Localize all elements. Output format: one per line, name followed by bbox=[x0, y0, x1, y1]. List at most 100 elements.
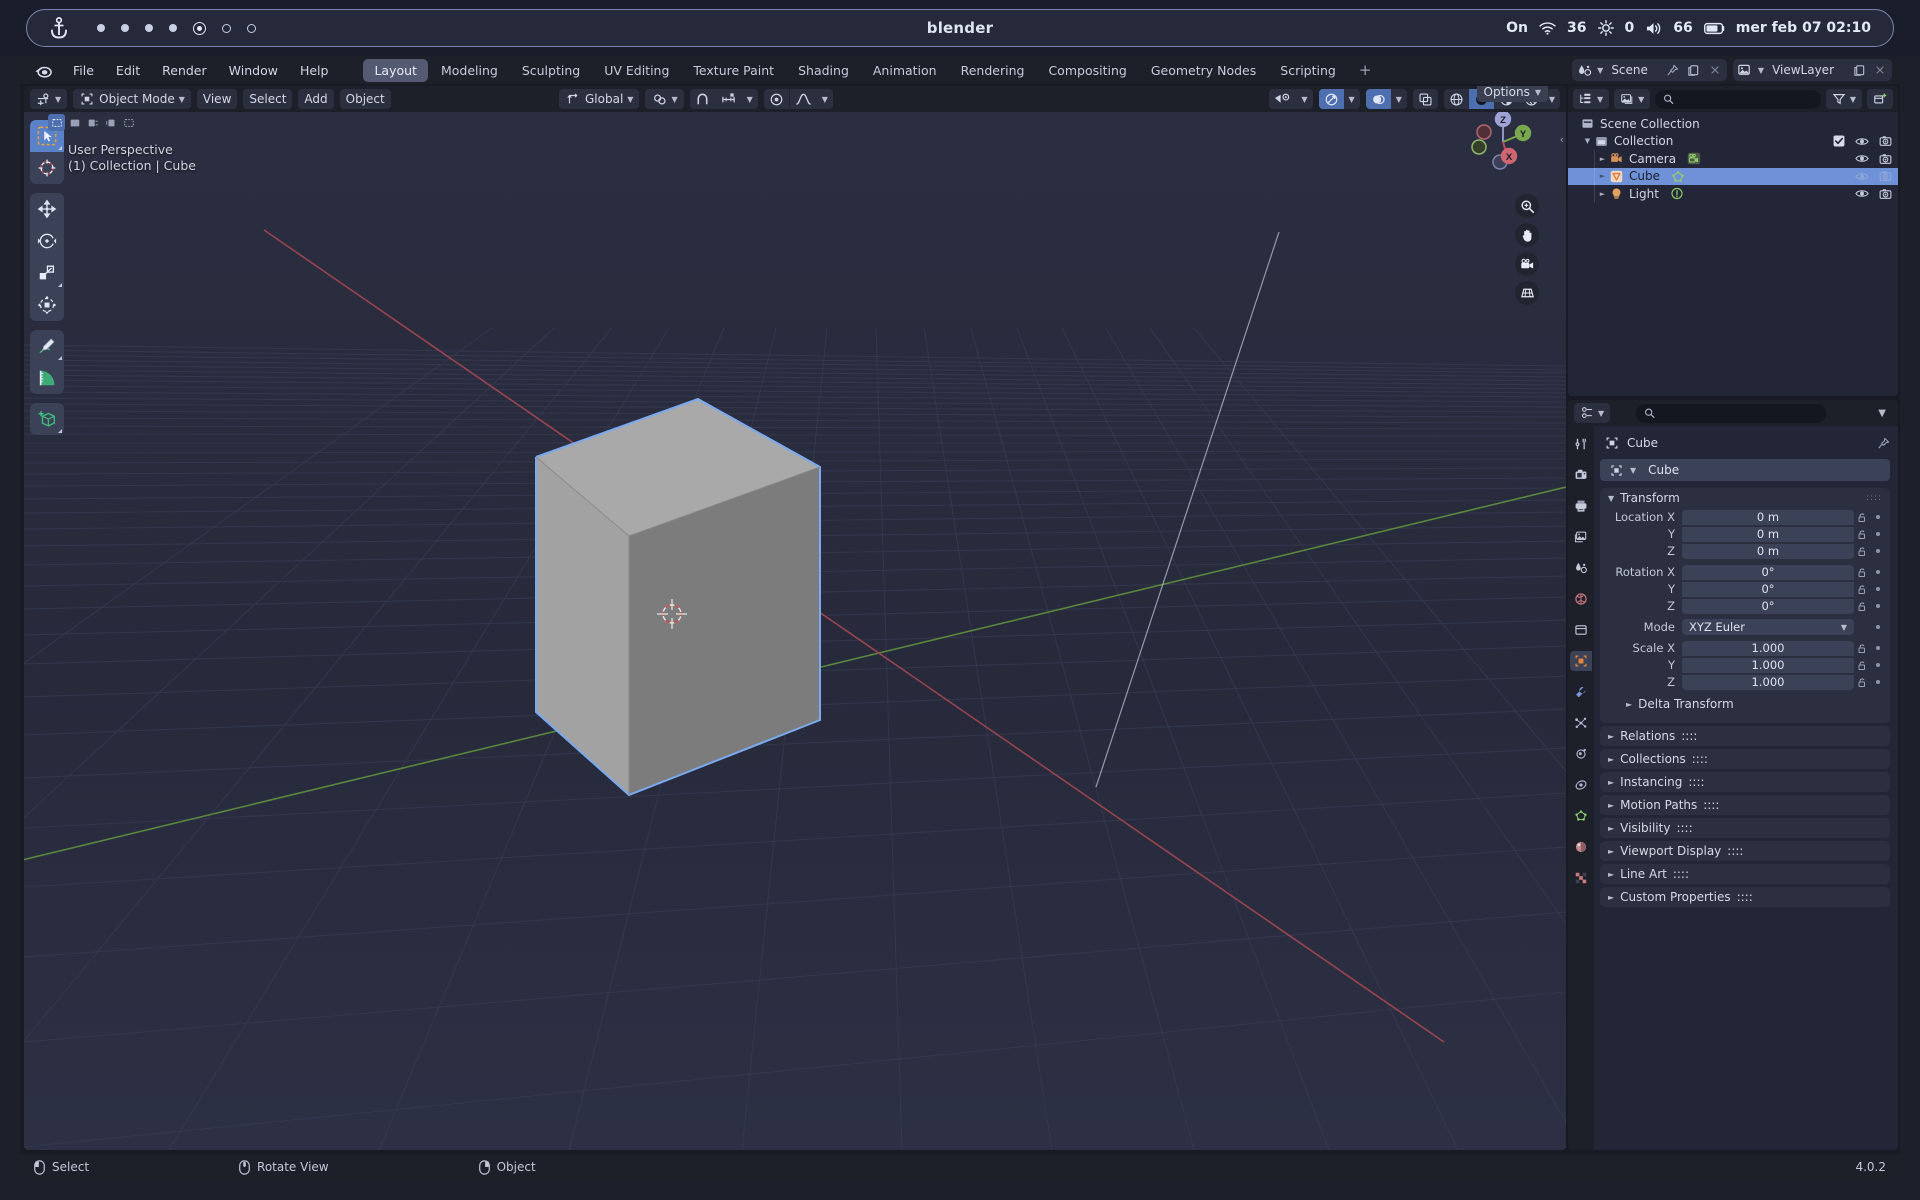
viewport-canvas[interactable] bbox=[24, 112, 1566, 1150]
3d-viewport[interactable]: ▼ Object Mode ▼ View Select Add Object G… bbox=[24, 86, 1566, 1150]
expand-triangle-icon[interactable]: ► bbox=[1597, 172, 1608, 180]
properties-tab-particles[interactable] bbox=[1570, 713, 1592, 733]
drag-grip-icon[interactable]: :::: bbox=[1676, 821, 1692, 835]
rotation-z-field[interactable]: 0° bbox=[1682, 598, 1854, 614]
gizmo-toggle-group[interactable]: ▼ bbox=[1318, 89, 1360, 109]
animate-property-icon[interactable] bbox=[1871, 680, 1884, 684]
animate-property-icon[interactable] bbox=[1871, 604, 1884, 608]
expand-triangle-icon[interactable]: ► bbox=[1597, 155, 1608, 163]
tab-geometry-nodes[interactable]: Geometry Nodes bbox=[1140, 59, 1267, 82]
pin-icon[interactable] bbox=[1665, 62, 1681, 78]
expand-triangle-icon[interactable]: ▼ bbox=[1582, 137, 1593, 145]
lock-icon[interactable] bbox=[1854, 567, 1871, 578]
outliner-search-input[interactable] bbox=[1679, 92, 1813, 106]
clock-datetime[interactable]: mer feb 07 02:10 bbox=[1736, 20, 1871, 36]
new-viewlayer-icon[interactable] bbox=[1851, 62, 1867, 78]
properties-editor-icon[interactable]: ▼ bbox=[1574, 403, 1611, 423]
location-y-row[interactable]: Y 0 m bbox=[1606, 526, 1884, 542]
scale-z-field[interactable]: 1.000 bbox=[1682, 674, 1854, 690]
select-mode-circle-icon[interactable] bbox=[84, 114, 101, 131]
workspace-dot-2[interactable] bbox=[121, 24, 129, 32]
panel-collections[interactable]: ► Collections :::: bbox=[1600, 749, 1890, 769]
chevron-down-icon[interactable]: ▼ bbox=[742, 89, 758, 109]
show-overlays-icon[interactable] bbox=[1365, 89, 1391, 109]
xray-toggle[interactable] bbox=[1412, 89, 1438, 109]
annotate-tool[interactable] bbox=[30, 330, 64, 362]
location-y-field[interactable]: 0 m bbox=[1682, 526, 1854, 542]
proportional-editing-icon[interactable] bbox=[764, 89, 789, 109]
light-data-icon[interactable] bbox=[1669, 186, 1685, 202]
menu-window[interactable]: Window bbox=[218, 59, 289, 82]
eye-icon[interactable] bbox=[1855, 153, 1869, 164]
camera-render-icon[interactable] bbox=[1879, 135, 1892, 147]
camera-render-icon[interactable] bbox=[1879, 170, 1892, 182]
outliner-display-mode-icon[interactable]: ▼ bbox=[1573, 89, 1610, 109]
measure-tool[interactable] bbox=[30, 362, 64, 394]
rotate-tool[interactable] bbox=[30, 225, 64, 257]
tool-expand-corner[interactable] bbox=[58, 283, 62, 287]
lock-icon[interactable] bbox=[1854, 660, 1871, 671]
tab-layout[interactable]: Layout bbox=[363, 58, 428, 82]
proportional-editing-group[interactable]: ▼ bbox=[763, 89, 833, 109]
animate-property-icon[interactable] bbox=[1871, 587, 1884, 591]
workspace-dot-active[interactable] bbox=[193, 21, 206, 35]
drag-grip-icon[interactable]: :::: bbox=[1737, 890, 1753, 904]
outliner-tree[interactable]: Scene Collection ▼ Collection ► Camera ►… bbox=[1568, 112, 1898, 203]
viewport-menu-object[interactable]: Object bbox=[339, 89, 391, 109]
outliner-search[interactable] bbox=[1655, 89, 1821, 109]
select-mode-all-icon[interactable] bbox=[120, 114, 137, 131]
add-cube-tool[interactable] bbox=[30, 403, 64, 435]
properties-tab-object-data[interactable] bbox=[1570, 806, 1592, 826]
properties-tab-view-layer[interactable] bbox=[1570, 527, 1592, 547]
magnet-icon[interactable] bbox=[690, 89, 715, 109]
workspace-dot-7[interactable] bbox=[247, 23, 256, 33]
rotation-x-field[interactable]: 0° bbox=[1682, 564, 1854, 580]
properties-tab-scene[interactable] bbox=[1570, 558, 1592, 578]
select-mode-lasso-icon[interactable] bbox=[102, 114, 119, 131]
animate-property-icon[interactable] bbox=[1871, 663, 1884, 667]
location-z-field[interactable]: 0 m bbox=[1682, 543, 1854, 559]
properties-tab-material[interactable] bbox=[1570, 837, 1592, 857]
panel-custom-properties[interactable]: ► Custom Properties :::: bbox=[1600, 887, 1890, 907]
object-visibility-icon[interactable] bbox=[1269, 89, 1296, 109]
sidebar-toggle-arrow[interactable]: ‹ bbox=[1560, 133, 1564, 146]
tab-uv-editing[interactable]: UV Editing bbox=[593, 59, 680, 82]
volume-icon[interactable] bbox=[1645, 21, 1662, 36]
snap-target-icon[interactable] bbox=[715, 89, 742, 109]
animate-property-icon[interactable] bbox=[1871, 570, 1884, 574]
lock-icon[interactable] bbox=[1854, 677, 1871, 688]
properties-body[interactable]: Cube ▼ Cube ▼ Transform:::: Location X … bbox=[1594, 426, 1898, 1150]
eye-icon[interactable] bbox=[1855, 188, 1869, 199]
properties-tab-constraints[interactable] bbox=[1570, 775, 1592, 795]
rotation-y-field[interactable]: 0° bbox=[1682, 581, 1854, 597]
drag-grip-icon[interactable]: :::: bbox=[1688, 775, 1704, 789]
interaction-mode-selector[interactable]: Object Mode ▼ bbox=[73, 89, 191, 109]
transform-panel-header[interactable]: ▼ Transform :::: bbox=[1600, 488, 1890, 508]
location-x-field[interactable]: 0 m bbox=[1682, 509, 1854, 525]
xray-icon[interactable] bbox=[1413, 89, 1438, 109]
visibility-selector[interactable]: ▼ bbox=[1269, 89, 1313, 109]
drag-grip-icon[interactable]: :::: bbox=[1692, 752, 1708, 766]
falloff-curve-icon[interactable] bbox=[788, 89, 817, 109]
zoom-icon[interactable] bbox=[1515, 194, 1539, 218]
pin-icon[interactable] bbox=[1877, 437, 1890, 450]
brightness-icon[interactable] bbox=[1597, 20, 1614, 36]
remove-viewlayer-icon[interactable] bbox=[1872, 62, 1888, 78]
battery-icon[interactable] bbox=[1703, 22, 1725, 35]
properties-tab-physics[interactable] bbox=[1570, 744, 1592, 764]
remove-scene-icon[interactable] bbox=[1707, 62, 1723, 78]
viewport-scene[interactable] bbox=[24, 112, 1566, 1150]
drag-grip-icon[interactable]: :::: bbox=[1703, 798, 1719, 812]
scale-z-row[interactable]: Z 1.000 bbox=[1606, 674, 1884, 690]
tab-sculpting[interactable]: Sculpting bbox=[511, 59, 591, 82]
lock-icon[interactable] bbox=[1854, 512, 1871, 523]
animate-property-icon[interactable] bbox=[1871, 646, 1884, 650]
animate-property-icon[interactable] bbox=[1871, 515, 1884, 519]
scene-selector[interactable]: ▼ Scene bbox=[1572, 59, 1727, 81]
scale-x-row[interactable]: Scale X 1.000 bbox=[1606, 640, 1884, 656]
properties-search-input[interactable] bbox=[1660, 406, 1819, 420]
camera-render-icon[interactable] bbox=[1879, 153, 1892, 165]
rotation-x-row[interactable]: Rotation X 0° bbox=[1606, 564, 1884, 580]
navigation-gizmo[interactable]: Z Y X bbox=[1464, 104, 1542, 182]
lock-icon[interactable] bbox=[1854, 643, 1871, 654]
